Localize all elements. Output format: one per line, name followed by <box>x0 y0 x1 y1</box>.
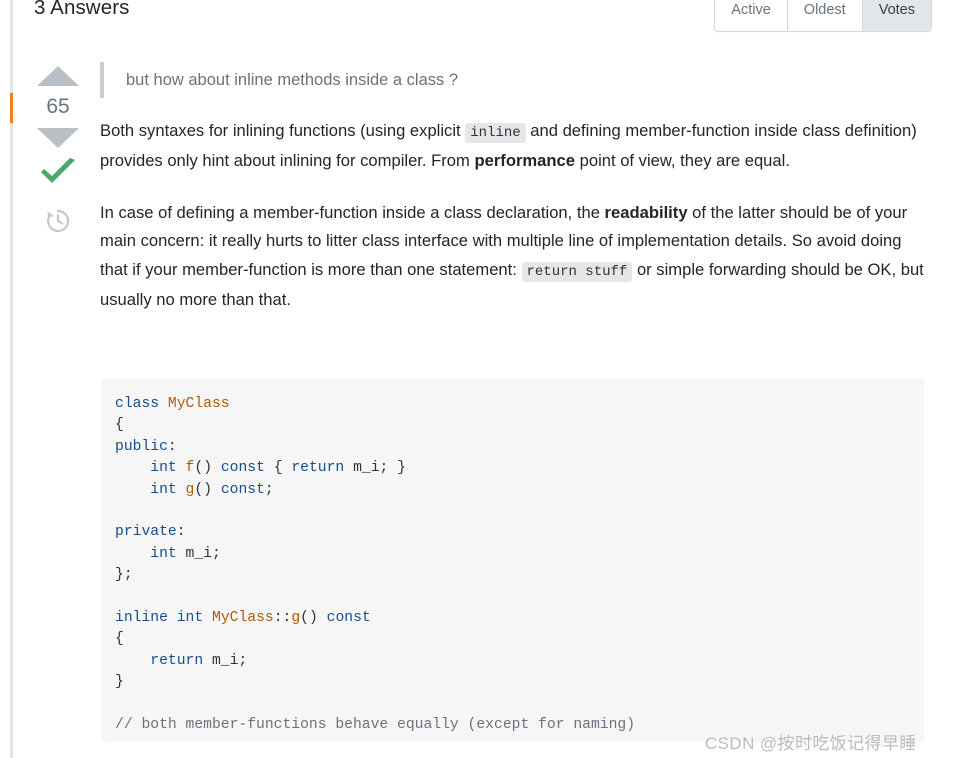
checkmark-icon[interactable] <box>30 158 86 188</box>
code-token: int <box>150 481 177 498</box>
code-token: : <box>176 524 186 541</box>
code-token: :: <box>273 610 292 627</box>
code-token: ; <box>264 481 274 498</box>
code-token: private <box>115 524 177 541</box>
para2-text-1: In case of defining a member-function in… <box>100 202 605 222</box>
quoted-comment-text: but how about inline methods inside a cl… <box>126 70 459 89</box>
answer-sort-tabs: Active Oldest Votes <box>714 0 932 32</box>
code-token: m_i; <box>203 652 248 669</box>
tab-active[interactable]: Active <box>715 0 788 31</box>
code-token: MyClass <box>167 396 230 412</box>
left-rail-active-marker <box>10 93 13 123</box>
code-token: int <box>176 610 204 627</box>
downvote-icon[interactable] <box>37 128 79 148</box>
tab-votes[interactable]: Votes <box>862 0 931 31</box>
code-token: : <box>167 438 177 455</box>
inline-code-inline: inline <box>465 123 526 143</box>
answer-paragraph-2: In case of defining a member-function in… <box>100 199 924 315</box>
code-token: m_i; <box>176 545 221 562</box>
code-token: }; <box>115 567 133 584</box>
code-block-content: class MyClass { public: int f() const { … <box>115 394 910 737</box>
code-token: return <box>291 460 345 477</box>
code-token: public <box>115 438 168 455</box>
watermark: CSDN @按时吃饭记得早睡 <box>705 734 917 753</box>
para1-bold-performance: performance <box>474 151 575 171</box>
quoted-comment: but how about inline methods inside a cl… <box>100 62 924 98</box>
code-token: () <box>194 460 221 477</box>
code-token: { <box>264 460 292 477</box>
code-token: // both member-functions behave equally … <box>115 717 636 734</box>
code-token: class <box>115 396 160 412</box>
code-token: inline <box>115 610 168 627</box>
code-token: const <box>326 610 371 627</box>
left-rail <box>10 0 13 758</box>
answer-body: but how about inline methods inside a cl… <box>100 62 924 314</box>
para1-text-1: Both syntaxes for inlining functions (us… <box>100 121 466 140</box>
answer-paragraph-1: Both syntaxes for inlining functions (us… <box>100 117 924 176</box>
code-token: g <box>291 610 301 627</box>
code-token: () <box>194 481 221 498</box>
code-token: m_i; } <box>344 460 406 477</box>
history-clock-icon[interactable] <box>30 208 86 234</box>
vote-cell: 65 <box>30 66 86 234</box>
code-token: int <box>150 545 177 562</box>
upvote-icon[interactable] <box>37 66 79 86</box>
code-token: { <box>115 631 124 648</box>
code-token: } <box>115 674 124 691</box>
code-block: class MyClass { public: int f() const { … <box>101 378 924 742</box>
code-token: () <box>300 610 327 627</box>
code-token: MyClass <box>212 610 274 627</box>
para2-bold-readability: readability <box>604 202 688 222</box>
code-token: { <box>115 417 124 434</box>
code-token: const <box>220 481 265 498</box>
page-title: 3 Answers <box>34 0 130 19</box>
vote-count: 65 <box>46 95 70 118</box>
code-token: const <box>220 460 265 477</box>
tab-oldest[interactable]: Oldest <box>787 0 863 31</box>
code-token: return <box>150 652 204 669</box>
para1-text-3: point of view, they are equal. <box>575 151 790 171</box>
inline-code-return-stuff: return stuff <box>521 261 633 282</box>
code-token: int <box>150 460 177 477</box>
